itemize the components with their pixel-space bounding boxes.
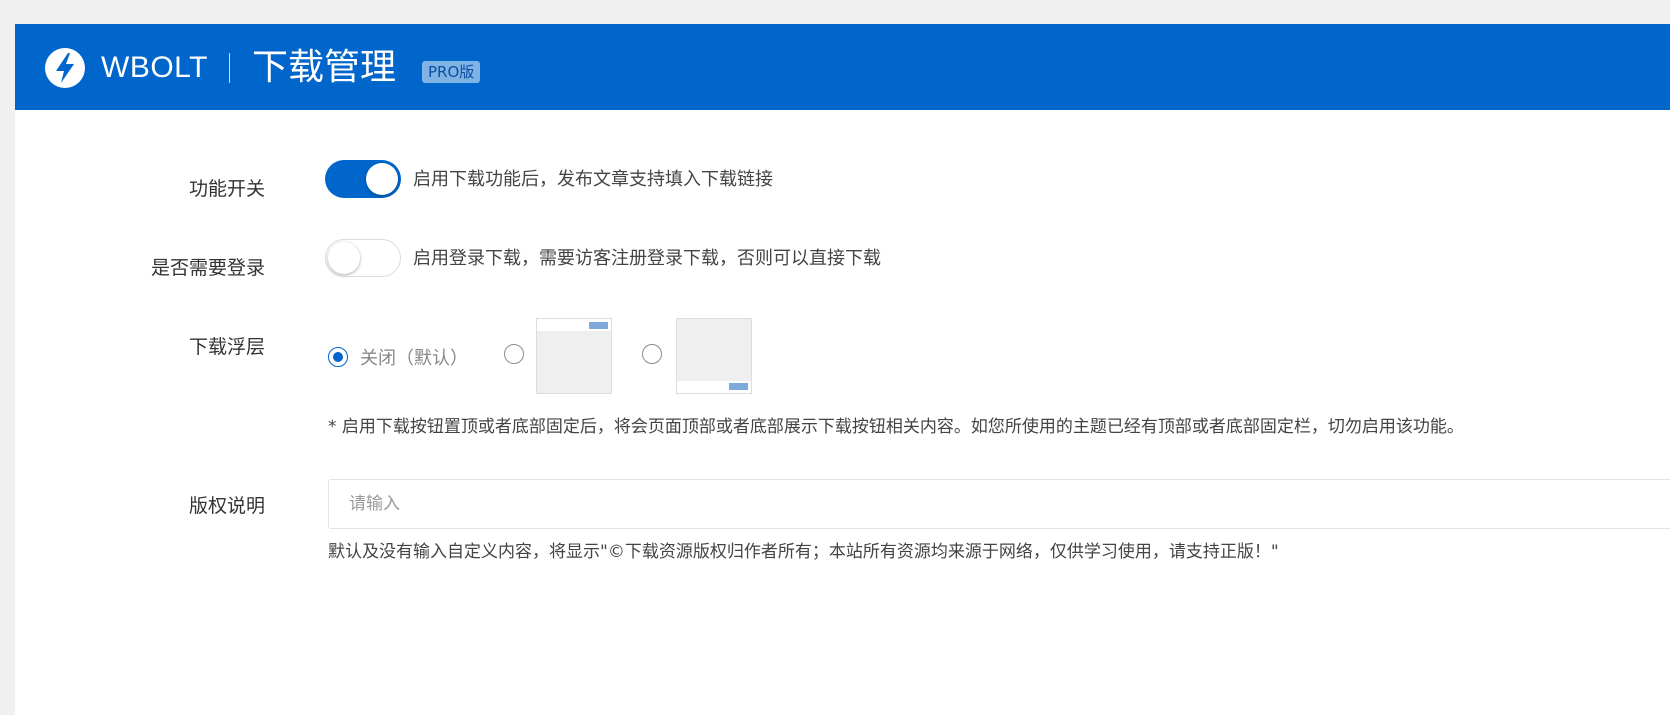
preview-download-button [729, 383, 748, 390]
feature-switch-toggle[interactable] [325, 160, 401, 198]
login-required-label: 是否需要登录 [150, 257, 265, 279]
brand-name: WBOLT [101, 51, 208, 84]
feature-switch-label: 功能开关 [188, 178, 265, 200]
overlay-bottom-preview[interactable] [676, 318, 752, 394]
feature-switch-description: 启用下载功能后，发布文章支持填入下载链接 [413, 169, 773, 190]
header-divider [229, 53, 230, 83]
login-required-toggle[interactable] [325, 239, 401, 277]
toggle-knob [366, 163, 398, 195]
pro-badge: PRO版 [422, 61, 481, 83]
overlay-option-off-label[interactable]: 关闭（默认） [360, 344, 468, 370]
app-header: WBOLT 下载管理 PRO版 [15, 24, 1670, 110]
page-title: 下载管理 [252, 47, 397, 88]
copyright-input[interactable] [328, 479, 1670, 529]
download-overlay-label: 下载浮层 [188, 336, 265, 358]
login-required-description: 启用登录下载，需要访客注册登录下载，否则可以直接下载 [413, 248, 881, 269]
overlay-note: * 启用下载按钮置顶或者底部固定后，将会页面顶部或者底部展示下载按钮相关内容。如… [328, 417, 1464, 437]
copyright-label: 版权说明 [188, 495, 265, 517]
toggle-knob [328, 242, 360, 274]
lightning-logo-icon [45, 48, 85, 88]
settings-panel: WBOLT 下载管理 PRO版 功能开关 启用下载功能后，发布文章支持填入下载链… [15, 24, 1670, 715]
preview-download-button [589, 322, 608, 329]
overlay-top-preview[interactable] [536, 318, 612, 394]
overlay-option-off-radio[interactable] [328, 347, 348, 367]
overlay-option-bottom-radio[interactable] [642, 344, 662, 364]
overlay-option-top-radio[interactable] [504, 344, 524, 364]
copyright-help: 默认及没有输入自定义内容，将显示"©下载资源版权归作者所有；本站所有资源均来源于… [328, 542, 1279, 562]
